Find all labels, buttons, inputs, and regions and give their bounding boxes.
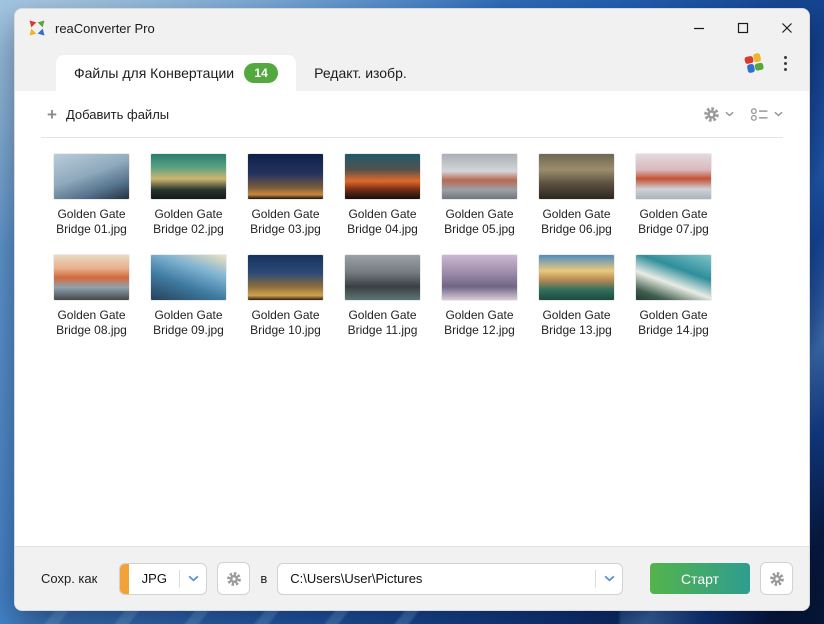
file-item[interactable]: Golden Gate Bridge 02.jpg xyxy=(140,154,237,237)
file-item[interactable]: Golden Gate Bridge 01.jpg xyxy=(43,154,140,237)
close-button[interactable] xyxy=(765,9,809,47)
file-item[interactable]: Golden Gate Bridge 12.jpg xyxy=(431,255,528,338)
destination-path-input[interactable] xyxy=(278,564,595,594)
app-logo-icon xyxy=(27,18,47,38)
maximize-button[interactable] xyxy=(721,9,765,47)
file-name: Golden Gate Bridge 08.jpg xyxy=(46,308,138,338)
format-value: JPG xyxy=(129,571,179,586)
file-item[interactable]: Golden Gate Bridge 14.jpg xyxy=(625,255,722,338)
window-chrome: reaConverter Pro Файлы для Конвертац xyxy=(15,9,809,91)
file-grid: Golden Gate Bridge 01.jpg Golden Gate Br… xyxy=(15,138,809,338)
file-thumbnail[interactable] xyxy=(636,154,711,199)
main-content: + Добавить файлы xyxy=(15,91,809,546)
file-item[interactable]: Golden Gate Bridge 11.jpg xyxy=(334,255,431,338)
gear-icon xyxy=(703,106,720,123)
tab-bar: Файлы для Конвертации 14 Редакт. изобр. xyxy=(15,47,809,91)
tab-files-for-conversion[interactable]: Файлы для Конвертации 14 xyxy=(56,55,296,91)
view-mode-dropdown[interactable] xyxy=(750,107,783,122)
gear-icon xyxy=(226,571,242,587)
gear-icon xyxy=(769,571,785,587)
file-item[interactable]: Golden Gate Bridge 04.jpg xyxy=(334,154,431,237)
file-name: Golden Gate Bridge 12.jpg xyxy=(434,308,526,338)
file-thumbnail[interactable] xyxy=(248,154,323,199)
chevron-down-icon[interactable] xyxy=(596,575,622,582)
file-thumbnail[interactable] xyxy=(54,255,129,300)
format-accent-stripe xyxy=(120,564,129,594)
advanced-settings-button[interactable] xyxy=(760,562,793,595)
files-toolbar: + Добавить файлы xyxy=(15,91,809,137)
file-thumbnail[interactable] xyxy=(442,154,517,199)
file-name: Golden Gate Bridge 05.jpg xyxy=(434,207,526,237)
list-settings-dropdown[interactable] xyxy=(703,106,734,123)
file-thumbnail[interactable] xyxy=(151,154,226,199)
start-button[interactable]: Старт xyxy=(650,563,750,594)
title-bar: reaConverter Pro xyxy=(15,9,809,47)
features-pinwheel-icon[interactable] xyxy=(742,51,766,75)
file-item[interactable]: Golden Gate Bridge 07.jpg xyxy=(625,154,722,237)
file-item[interactable]: Golden Gate Bridge 13.jpg xyxy=(528,255,625,338)
desktop-wallpaper: reaConverter Pro Файлы для Конвертац xyxy=(0,0,824,624)
minimize-button[interactable] xyxy=(677,9,721,47)
file-name: Golden Gate Bridge 03.jpg xyxy=(240,207,332,237)
file-thumbnail[interactable] xyxy=(151,255,226,300)
output-format-select[interactable]: JPG xyxy=(119,563,207,595)
file-name: Golden Gate Bridge 13.jpg xyxy=(531,308,623,338)
file-thumbnail[interactable] xyxy=(345,154,420,199)
file-name: Golden Gate Bridge 14.jpg xyxy=(628,308,720,338)
tab-label: Файлы для Конвертации xyxy=(74,65,234,81)
file-item[interactable]: Golden Gate Bridge 09.jpg xyxy=(140,255,237,338)
chevron-down-icon[interactable] xyxy=(180,575,206,582)
file-thumbnail[interactable] xyxy=(54,154,129,199)
file-item[interactable]: Golden Gate Bridge 03.jpg xyxy=(237,154,334,237)
tab-edit-images[interactable]: Редакт. изобр. xyxy=(296,55,425,91)
plus-icon: + xyxy=(47,106,57,123)
chevron-down-icon xyxy=(725,111,734,117)
app-window: reaConverter Pro Файлы для Конвертац xyxy=(14,8,810,611)
file-item[interactable]: Golden Gate Bridge 08.jpg xyxy=(43,255,140,338)
destination-path-combo[interactable] xyxy=(277,563,623,595)
destination-in-label: в xyxy=(260,571,267,586)
conversion-footer: Сохр. как JPG в xyxy=(15,546,809,610)
more-menu-kebab-icon[interactable] xyxy=(778,52,793,75)
file-name: Golden Gate Bridge 09.jpg xyxy=(143,308,235,338)
file-thumbnail[interactable] xyxy=(442,255,517,300)
format-settings-button[interactable] xyxy=(217,562,250,595)
file-name: Golden Gate Bridge 01.jpg xyxy=(46,207,138,237)
chevron-down-icon xyxy=(774,111,783,117)
file-item[interactable]: Golden Gate Bridge 10.jpg xyxy=(237,255,334,338)
save-as-label: Сохр. как xyxy=(41,571,97,586)
file-thumbnail[interactable] xyxy=(636,255,711,300)
file-thumbnail[interactable] xyxy=(539,255,614,300)
list-view-icon xyxy=(750,107,769,122)
file-name: Golden Gate Bridge 06.jpg xyxy=(531,207,623,237)
window-title: reaConverter Pro xyxy=(55,21,155,36)
tab-label: Редакт. изобр. xyxy=(314,65,407,81)
file-name: Golden Gate Bridge 02.jpg xyxy=(143,207,235,237)
file-name: Golden Gate Bridge 11.jpg xyxy=(337,308,429,338)
file-count-badge: 14 xyxy=(244,63,278,83)
add-files-button[interactable]: + Добавить файлы xyxy=(41,102,175,127)
file-thumbnail[interactable] xyxy=(345,255,420,300)
file-thumbnail[interactable] xyxy=(539,154,614,199)
file-thumbnail[interactable] xyxy=(248,255,323,300)
file-name: Golden Gate Bridge 04.jpg xyxy=(337,207,429,237)
file-item[interactable]: Golden Gate Bridge 05.jpg xyxy=(431,154,528,237)
file-name: Golden Gate Bridge 10.jpg xyxy=(240,308,332,338)
add-files-label: Добавить файлы xyxy=(66,107,169,122)
file-item[interactable]: Golden Gate Bridge 06.jpg xyxy=(528,154,625,237)
file-name: Golden Gate Bridge 07.jpg xyxy=(628,207,720,237)
